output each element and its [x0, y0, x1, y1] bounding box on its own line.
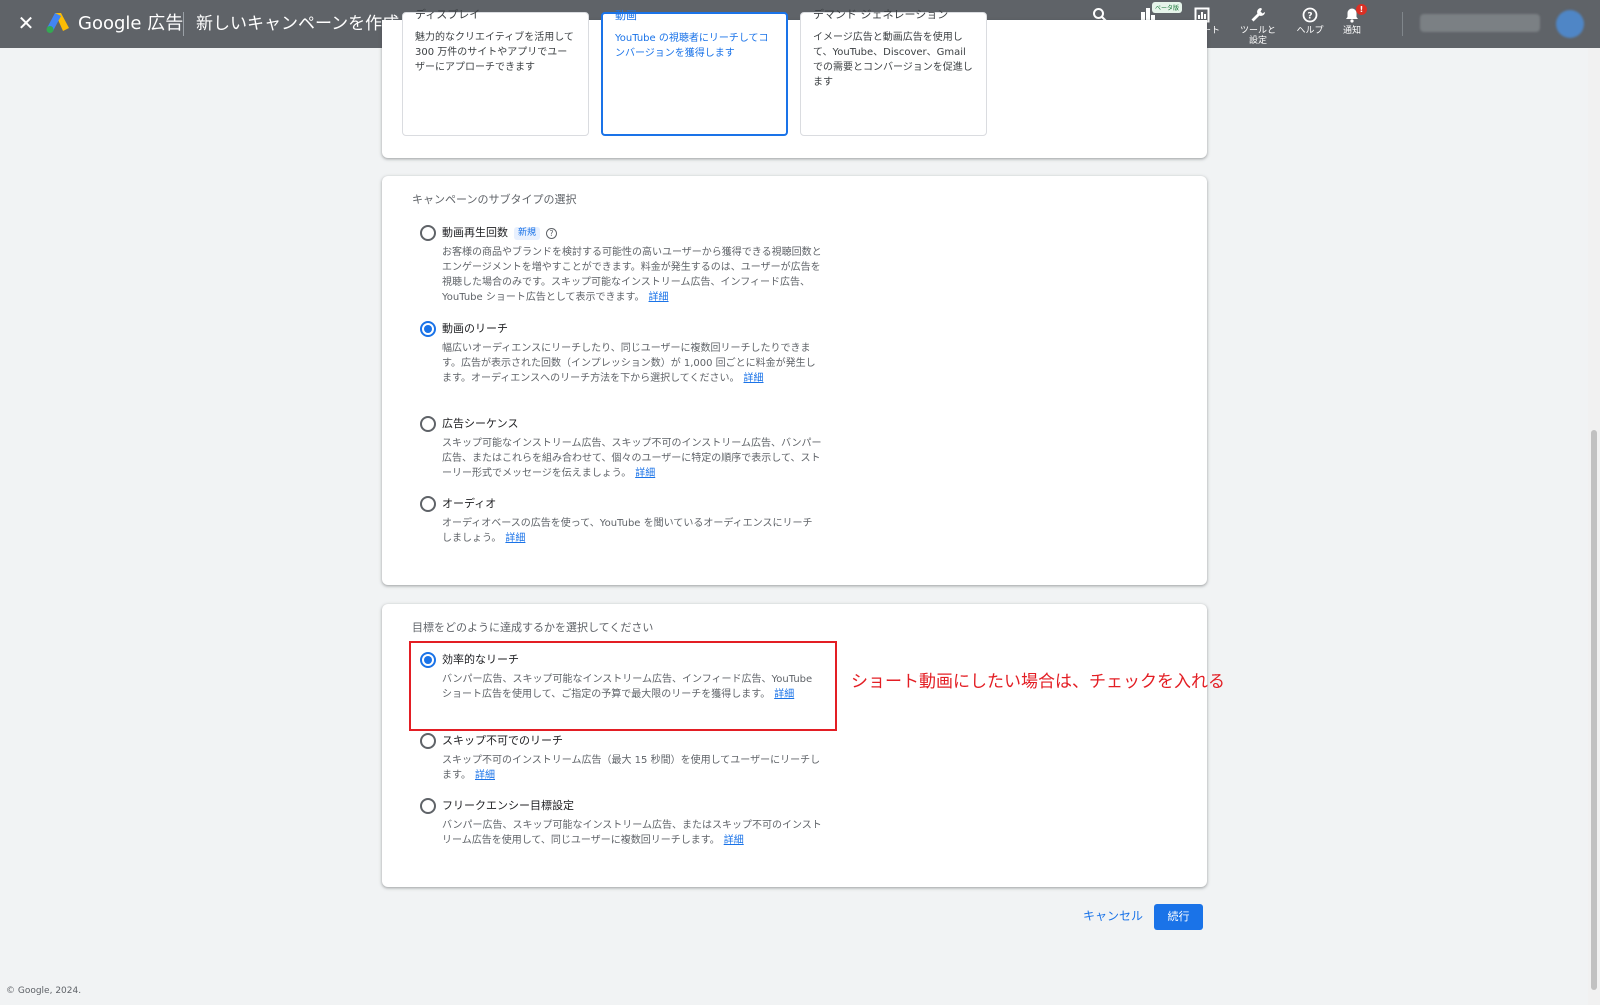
page-title: 新しいキャンペーンを作成 — [196, 14, 400, 34]
radio-button[interactable] — [420, 225, 436, 241]
learn-more-link[interactable]: 詳細 — [505, 533, 525, 544]
campaign-type-card: ディスプレイ 魅力的なクリエイティブを活用して 300 万件のサイトやアプリでユ… — [382, 9, 1207, 158]
learn-more-link[interactable]: 詳細 — [649, 292, 669, 303]
bell-icon — [1324, 4, 1380, 26]
annotation-highlight-box — [409, 641, 837, 731]
option-description: オーディオベースの広告を使って、YouTube を聞いているオーディエンスにリー… — [442, 518, 813, 544]
tile-description: 魅力的なクリエイティブを活用して 300 万件のサイトやアプリでユーザーにアプロ… — [415, 32, 574, 73]
close-icon[interactable]: ✕ — [14, 11, 38, 35]
tools-label-2: 設定 — [1248, 36, 1267, 46]
brand-name: Google 広告 — [78, 13, 184, 34]
account-info[interactable] — [1420, 14, 1540, 32]
notification-alert-badge: ! — [1356, 4, 1367, 15]
tile-title: デマンド ジェネレーション — [813, 8, 949, 21]
avatar[interactable] — [1556, 10, 1584, 38]
continue-button[interactable]: 続行 — [1154, 904, 1203, 930]
radio-button[interactable] — [420, 733, 436, 749]
help-icon[interactable]: ? — [546, 228, 558, 239]
google-ads-logo-icon — [46, 12, 70, 34]
campaign-type-display[interactable]: ディスプレイ 魅力的なクリエイティブを活用して 300 万件のサイトやアプリでユ… — [402, 8, 589, 136]
divider — [1402, 12, 1403, 36]
footer-copyright: © Google, 2024. — [6, 986, 82, 996]
section-title: キャンペーンのサブタイプの選択 — [412, 193, 577, 206]
campaign-type-demand-gen[interactable]: デマンド ジェネレーション イメージ広告と動画広告を使用して、YouTube、D… — [800, 8, 987, 136]
tile-title: ディスプレイ — [415, 8, 481, 21]
notifications-label: 通知 — [1342, 26, 1361, 36]
campaign-type-video[interactable]: 動画 YouTube の視聴者にリーチしてコンバージョンを獲得します — [601, 9, 788, 136]
section-title: 目標をどのように達成するかを選択してください — [412, 621, 654, 634]
notifications-button[interactable]: ! 通知 — [1324, 4, 1380, 36]
option-description: スキップ不可のインストリーム広告（最大 15 秒間）を使用してユーザーにリーチし… — [442, 755, 821, 781]
tile-description: イメージ広告と動画広告を使用して、YouTube、Discover、Gmail … — [813, 32, 973, 88]
learn-more-link[interactable]: 詳細 — [635, 468, 655, 479]
radio-button[interactable] — [420, 416, 436, 432]
cancel-button[interactable]: キャンセル — [1083, 908, 1143, 924]
option-description: スキップ可能なインストリーム広告、スキップ不可のインストリーム広告、バンパー広告… — [442, 438, 822, 479]
radio-button[interactable] — [420, 798, 436, 814]
option-label: 動画再生回数 — [442, 226, 508, 239]
tile-title: 動画 — [615, 9, 637, 22]
option-label: オーディオ — [442, 497, 497, 510]
svg-text:?: ? — [1307, 12, 1312, 22]
tools-label: ツールと — [1239, 26, 1276, 36]
campaign-subtype-card: キャンペーンのサブタイプの選択 動画再生回数 新規? お客様の商品やブランドを検討… — [382, 176, 1207, 585]
scrollbar-thumb[interactable] — [1591, 430, 1597, 990]
new-badge: 新規 — [514, 227, 541, 240]
option-description: バンパー広告、スキップ可能なインストリーム広告、またはスキップ不可のインストリー… — [442, 820, 822, 846]
annotation-text: ショート動画にしたい場合は、チェックを入れる — [851, 672, 1225, 692]
learn-more-link[interactable]: 詳細 — [744, 373, 764, 384]
divider — [183, 12, 184, 36]
option-label: 動画のリーチ — [442, 322, 508, 335]
learn-more-link[interactable]: 詳細 — [724, 835, 744, 846]
tile-description: YouTube の視聴者にリーチしてコンバージョンを獲得します — [615, 33, 769, 59]
tools-settings-button[interactable]: ツールと 設定 — [1230, 4, 1286, 46]
wrench-icon — [1230, 4, 1286, 26]
learn-more-link[interactable]: 詳細 — [475, 770, 495, 781]
option-description: お客様の商品やブランドを検討する可能性の高いユーザーから獲得できる視聴回数とエン… — [442, 247, 822, 303]
option-label: フリークエンシー目標設定 — [442, 799, 574, 812]
option-label: スキップ不可でのリーチ — [442, 734, 563, 747]
radio-button[interactable] — [420, 496, 436, 512]
option-label: 広告シーケンス — [442, 417, 519, 430]
radio-button[interactable] — [420, 321, 436, 337]
